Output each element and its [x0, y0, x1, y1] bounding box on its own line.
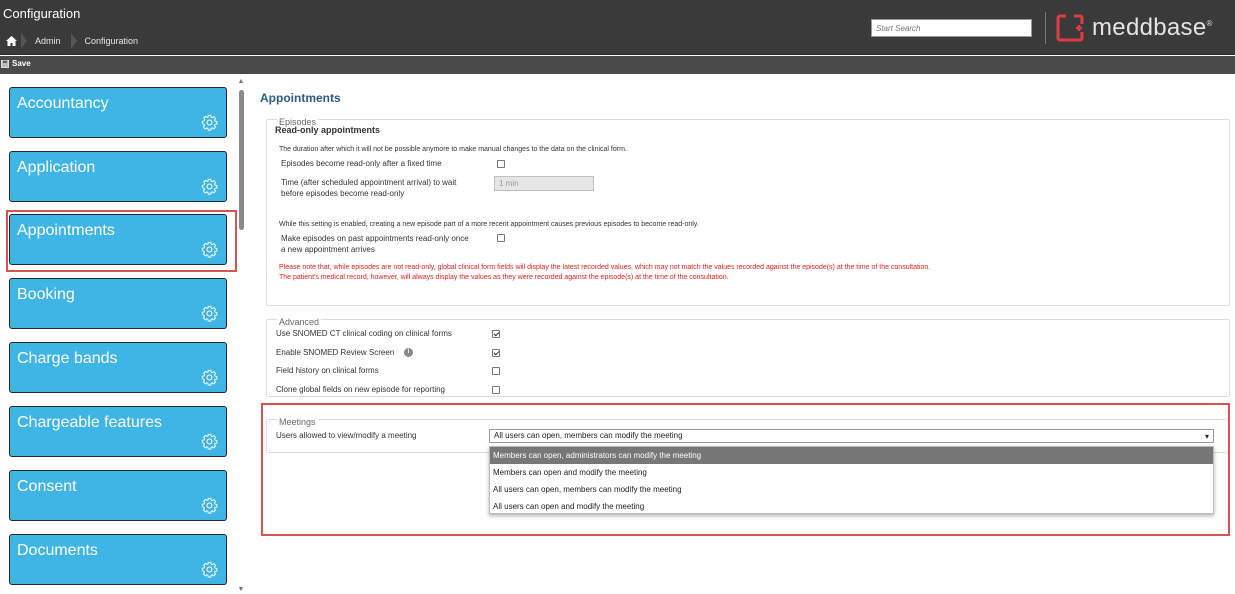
snomed-review-checkbox[interactable] — [492, 349, 500, 357]
sidebar-item-label: Booking — [17, 286, 75, 303]
sidebar-item-label: Documents — [17, 542, 98, 559]
search-input[interactable] — [871, 19, 1032, 37]
toolbar: Save — [0, 56, 1235, 74]
sidebar-item-label: Consent — [17, 478, 77, 495]
clone-global-checkbox[interactable] — [492, 386, 500, 394]
advanced-legend: Advanced — [277, 317, 322, 327]
sidebar-item-label: Application — [17, 159, 96, 176]
home-icon[interactable] — [1, 31, 21, 51]
scroll-up-arrow[interactable]: ▲ — [237, 78, 245, 86]
meddbase-logo-icon — [1056, 14, 1084, 42]
wait-label-line2: before episodes become read-only — [281, 189, 405, 198]
past-label-line2: a new appointment arrives — [281, 245, 375, 254]
meddbase-logo: meddbase ® — [1056, 13, 1212, 43]
main-content: Appointments Episodes Read-only appointm… — [255, 74, 1235, 594]
sidebar-item-label: Chargeable features — [17, 414, 162, 431]
past-label-line1: Make episodes on past appointments read-… — [281, 234, 469, 243]
gear-icon[interactable] — [201, 305, 218, 322]
snomed-review-label: Enable SNOMED Review Screen — [276, 348, 395, 357]
info-icon[interactable]: i — [404, 348, 413, 357]
episodes-intro: The duration after which it will not be … — [279, 146, 627, 153]
sidebar-item-documents[interactable]: Documents — [9, 534, 227, 585]
episodes-enabled-note: While this setting is enabled, creating … — [279, 221, 699, 228]
sidebar: Accountancy Application Appointments Boo… — [0, 74, 236, 594]
warning-line2: The patient's medical record, however, w… — [279, 274, 729, 281]
save-icon — [1, 59, 9, 68]
gear-icon[interactable] — [201, 178, 218, 195]
sidebar-item-application[interactable]: Application — [9, 151, 227, 202]
scroll-down-arrow[interactable]: ▼ — [237, 586, 245, 594]
snomed-coding-label: Use SNOMED CT clinical coding on clinica… — [276, 329, 452, 338]
breadcrumb-admin[interactable]: Admin — [21, 31, 71, 51]
app-title: Configuration — [3, 6, 81, 21]
wait-label-line1: Time (after scheduled appointment arriva… — [281, 178, 457, 187]
sidebar-item-label: Accountancy — [17, 95, 109, 112]
wait-time-input[interactable]: 1 min — [494, 176, 594, 191]
sidebar-scrollbar[interactable] — [239, 90, 244, 230]
sidebar-item-label: Charge bands — [17, 350, 118, 367]
save-button[interactable]: Save — [1, 59, 31, 68]
sidebar-item-accountancy[interactable]: Accountancy — [9, 87, 227, 138]
read-only-heading: Read-only appointments — [275, 125, 381, 135]
field-history-label: Field history on clinical forms — [276, 366, 379, 375]
sidebar-item-booking[interactable]: Booking — [9, 278, 227, 329]
sidebar-item-charge-bands[interactable]: Charge bands — [9, 342, 227, 393]
past-appointments-checkbox[interactable] — [497, 234, 505, 242]
gear-icon[interactable] — [201, 433, 218, 450]
snomed-coding-checkbox[interactable] — [492, 330, 500, 338]
gear-icon[interactable] — [201, 497, 218, 514]
save-label: Save — [12, 59, 31, 68]
logo-trademark: ® — [1206, 18, 1213, 28]
app-header: Configuration Admin Configuration meddba… — [0, 0, 1235, 55]
sidebar-item-chargeable-features[interactable]: Chargeable features — [9, 406, 227, 457]
meetings-highlight — [261, 403, 1230, 536]
gear-icon[interactable] — [201, 561, 218, 578]
gear-icon[interactable] — [201, 369, 218, 386]
page-title: Appointments — [260, 91, 341, 105]
gear-icon[interactable] — [201, 114, 218, 131]
field-history-checkbox[interactable] — [492, 367, 500, 375]
readonly-fixed-checkbox[interactable] — [497, 160, 505, 168]
breadcrumb-configuration[interactable]: Configuration — [70, 31, 149, 51]
breadcrumb: Admin Configuration — [1, 31, 148, 51]
logo-text: meddbase — [1092, 14, 1207, 41]
selected-item-highlight — [6, 210, 237, 272]
header-divider — [1045, 12, 1046, 44]
sidebar-item-consent[interactable]: Consent — [9, 470, 227, 521]
readonly-fixed-label: Episodes become read-only after a fixed … — [281, 159, 442, 168]
clone-global-label: Clone global fields on new episode for r… — [276, 385, 445, 394]
